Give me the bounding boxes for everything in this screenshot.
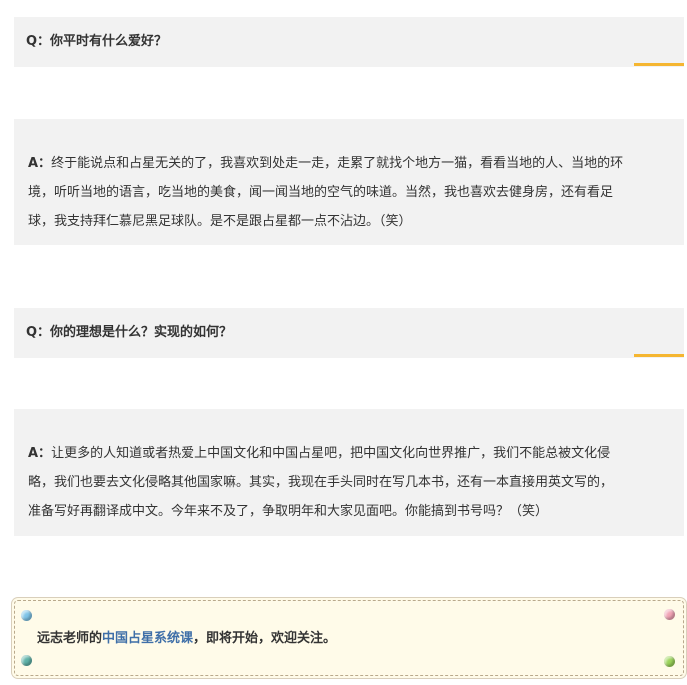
answer-text: A：终于能说点和占星无关的了，我喜欢到处走一走，走累了就找个地方一猫，看看当地的… bbox=[28, 149, 670, 236]
teal-pin-icon bbox=[21, 655, 32, 666]
question-text: Q：你的理想是什么？实现的如何？ bbox=[26, 325, 233, 340]
answer-block-1: A：终于能说点和占星无关的了，我喜欢到处走一走，走累了就找个地方一猫，看看当地的… bbox=[14, 119, 684, 245]
answer-block-2: A：让更多的人知道或者热爱上中国文化和中国占星吧，把中国文化向世界推广，我们不能… bbox=[14, 409, 684, 536]
answer-line: 准备写好再翻译成中文。今年来不及了，争取明年和大家见面吧。你能搞到书号吗？（笑） bbox=[28, 504, 549, 519]
answer-line: 球，我支持拜仁慕尼黑足球队。是不是跟占星都一点不沾边。（笑） bbox=[28, 214, 412, 229]
accent-bar bbox=[634, 63, 684, 66]
course-link[interactable]: 中国占星系统课 bbox=[102, 631, 193, 646]
accent-bar bbox=[634, 354, 684, 357]
course-notice: 远志老师的中国占星系统课，即将开始，欢迎关注。 bbox=[14, 600, 684, 676]
question-block-2: Q：你的理想是什么？实现的如何？ bbox=[14, 308, 684, 358]
notice-text: 远志老师的中国占星系统课，即将开始，欢迎关注。 bbox=[37, 601, 336, 677]
green-pin-icon bbox=[664, 656, 675, 667]
answer-line: 让更多的人知道或者热爱上中国文化和中国占星吧，把中国文化向世界推广，我们不能总被… bbox=[51, 446, 611, 461]
question-text: Q：你平时有什么爱好？ bbox=[26, 34, 168, 49]
answer-line: 略，我们也要去文化侵略其他国家嘛。其实，我现在手头同时在写几本书，还有一本直接用… bbox=[28, 475, 614, 490]
answer-line: 终于能说点和占星无关的了，我喜欢到处走一走，走累了就找个地方一猫，看看当地的人、… bbox=[51, 156, 624, 171]
blue-pin-icon bbox=[21, 610, 32, 621]
question-block-1: Q：你平时有什么爱好？ bbox=[14, 17, 684, 67]
answer-text: A：让更多的人知道或者热爱上中国文化和中国占星吧，把中国文化向世界推广，我们不能… bbox=[28, 439, 670, 526]
pink-pin-icon bbox=[664, 609, 675, 620]
answer-line: 境，听听当地的语言，吃当地的美食，闻一闻当地的空气的味道。当然，我也喜欢去健身房… bbox=[28, 185, 614, 200]
answer-label: A： bbox=[28, 156, 52, 171]
answer-label: A： bbox=[28, 446, 52, 461]
notice-prefix: 远志老师的 bbox=[37, 631, 103, 646]
notice-suffix: ，即将开始，欢迎关注。 bbox=[193, 631, 337, 646]
